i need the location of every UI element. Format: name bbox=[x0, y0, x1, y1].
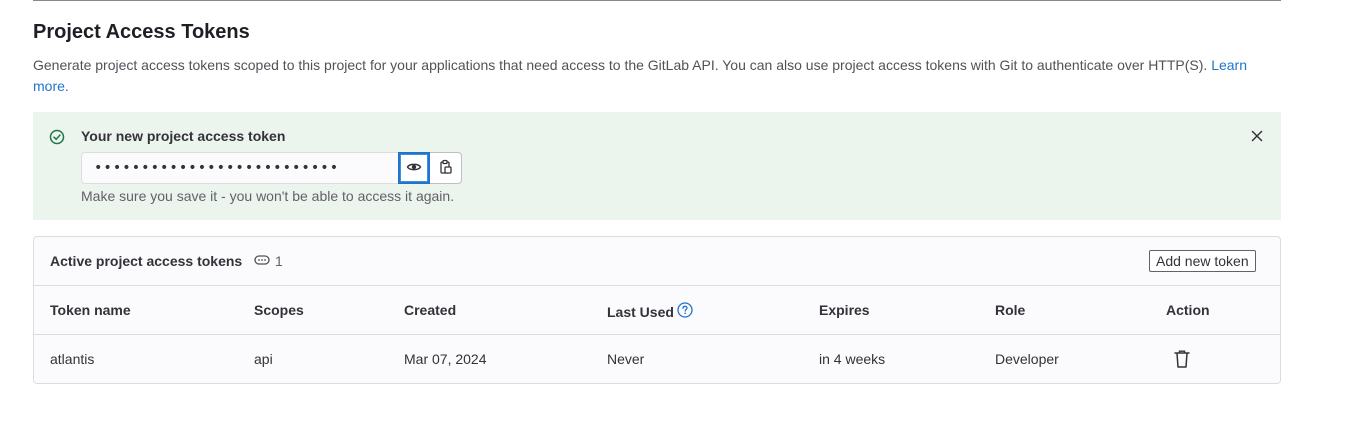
column-header-token-name: Token name bbox=[50, 302, 131, 318]
question-circle-icon[interactable] bbox=[677, 302, 693, 321]
copy-to-clipboard-icon bbox=[438, 159, 454, 178]
token-input[interactable] bbox=[81, 152, 398, 184]
new-token-alert: Your new project access token ••••••••••… bbox=[33, 112, 1281, 220]
column-header-last-used: Last Used bbox=[607, 302, 693, 321]
column-header-scopes: Scopes bbox=[254, 302, 304, 318]
last-used-cell: Never bbox=[607, 351, 645, 367]
eye-icon bbox=[406, 159, 422, 178]
section-divider bbox=[33, 0, 1281, 1]
column-header-created: Created bbox=[404, 302, 457, 318]
close-icon[interactable] bbox=[1249, 128, 1265, 144]
card-title: Active project access tokens bbox=[50, 253, 243, 269]
section-description: Generate project access tokens scoped to… bbox=[33, 55, 1253, 97]
scopes-cell: api bbox=[254, 351, 273, 367]
expires-cell: in 4 weeks bbox=[819, 351, 886, 367]
copy-token-button[interactable] bbox=[430, 152, 462, 184]
trash-icon[interactable] bbox=[1173, 349, 1191, 369]
check-circle-icon bbox=[49, 129, 65, 145]
alert-help-text: Make sure you save it - you won't be abl… bbox=[81, 188, 455, 204]
column-header-expires: Expires bbox=[819, 302, 870, 318]
token-count: 1 bbox=[275, 253, 283, 269]
token-count-badge: 1 bbox=[254, 253, 283, 269]
token-field-group bbox=[81, 152, 462, 184]
table-row: atlantis api Mar 07, 2024 Never in 4 wee… bbox=[34, 335, 1280, 383]
role-cell: Developer bbox=[995, 351, 1059, 367]
active-tokens-card: Active project access tokens 1 Add new t… bbox=[33, 236, 1281, 384]
token-icon bbox=[254, 253, 270, 269]
reveal-token-button[interactable] bbox=[398, 152, 430, 184]
created-cell: Mar 07, 2024 bbox=[404, 351, 487, 367]
add-new-token-button[interactable]: Add new token bbox=[1149, 250, 1256, 272]
description-text: Generate project access tokens scoped to… bbox=[33, 57, 1208, 73]
column-header-role: Role bbox=[995, 302, 1026, 318]
column-header-action: Action bbox=[1166, 302, 1210, 318]
card-header: Active project access tokens 1 Add new t… bbox=[34, 237, 1280, 286]
page-title: Project Access Tokens bbox=[33, 21, 250, 43]
token-name-cell: atlantis bbox=[50, 351, 95, 367]
table-header: Token name Scopes Created Last Used Expi… bbox=[34, 286, 1280, 335]
last-used-label: Last Used bbox=[607, 303, 674, 320]
alert-title: Your new project access token bbox=[81, 128, 286, 144]
